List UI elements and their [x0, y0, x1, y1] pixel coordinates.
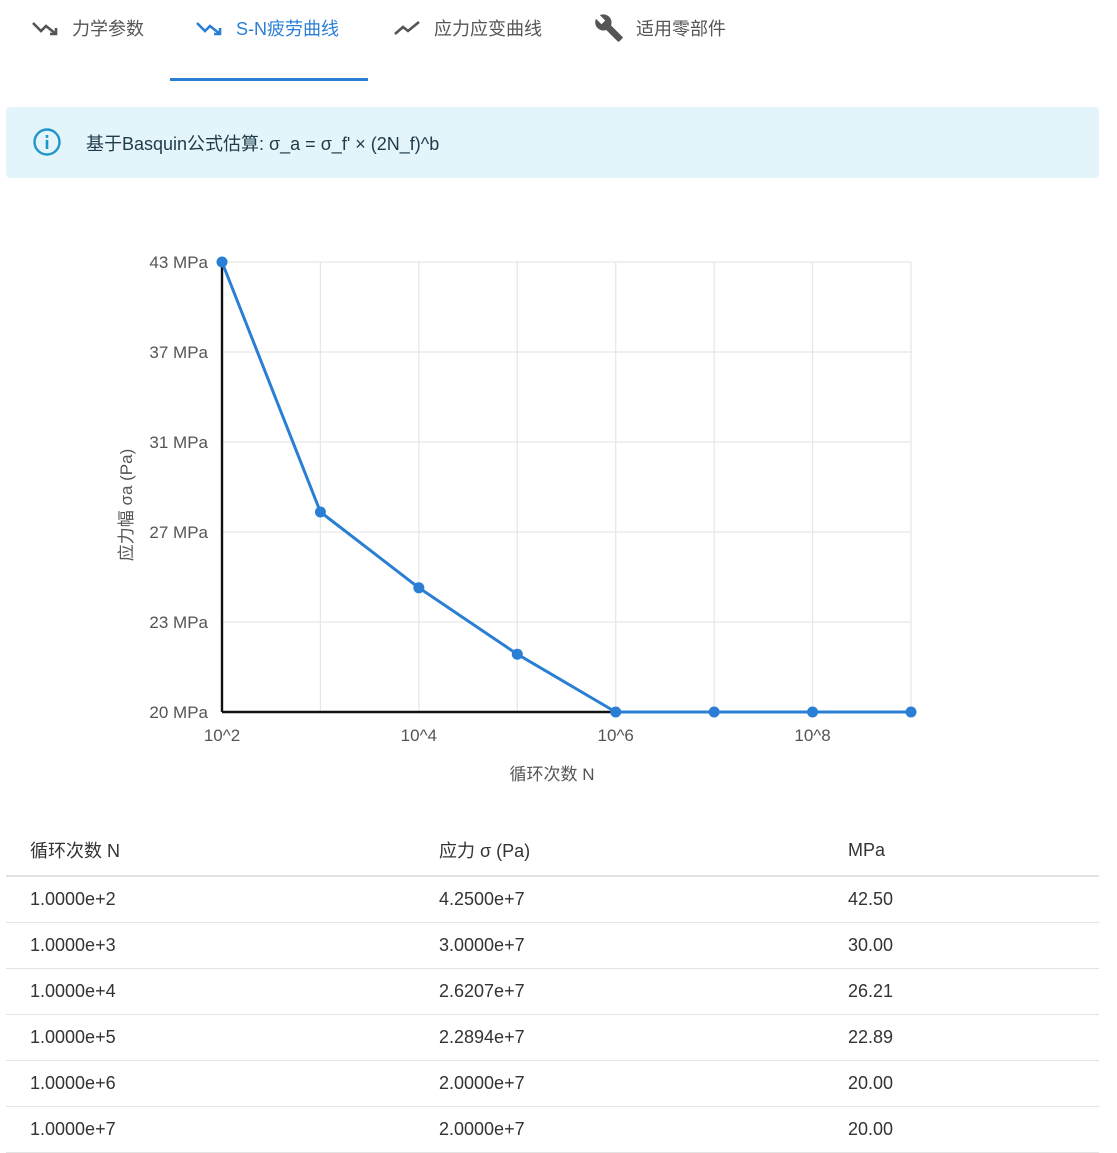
- x-axis-label: 循环次数 N: [510, 765, 595, 784]
- table-row: 1.0000e+5 2.2894e+7 22.89: [6, 1014, 1099, 1061]
- column-header-stress-mpa: MPa: [824, 825, 1099, 877]
- active-tab-indicator: [170, 78, 368, 81]
- data-point: [807, 706, 819, 718]
- cell-stress-pa: 4.2500e+7: [415, 876, 824, 923]
- tab-mechanical-params[interactable]: 力学参数: [30, 0, 144, 56]
- tab-label: 力学参数: [72, 19, 144, 39]
- data-point: [314, 506, 326, 518]
- cell-stress-mpa: 26.21: [824, 968, 1099, 1015]
- cell-cycles: 1.0000e+2: [6, 876, 415, 923]
- column-header-stress-pa: 应力 σ (Pa): [415, 825, 824, 877]
- y-axis-label: 应力幅 σa (Pa): [117, 449, 136, 562]
- tab-applicable-parts[interactable]: 适用零部件: [594, 0, 726, 56]
- cell-stress-mpa: 42.50: [824, 876, 1099, 923]
- y-tick-label: 37 MPa: [149, 343, 208, 362]
- series-line: [220, 261, 911, 714]
- info-icon: [32, 127, 64, 159]
- table-row: 1.0000e+7 2.0000e+7 20.00: [6, 1106, 1099, 1153]
- sn-data-table: 循环次数 N 应力 σ (Pa) MPa 1.0000e+2 4.2500e+7 4…: [6, 825, 1099, 1153]
- cell-cycles: 1.0000e+6: [6, 1060, 415, 1107]
- x-tick-label: 10^4: [401, 726, 437, 745]
- cell-cycles: 1.0000e+4: [6, 968, 415, 1015]
- cell-stress-pa: 2.6207e+7: [415, 968, 824, 1015]
- y-tick-label: 31 MPa: [149, 433, 208, 452]
- y-tick-label: 23 MPa: [149, 613, 208, 632]
- x-tick-labels: 10^2 10^4 10^6 10^8: [204, 726, 831, 745]
- table-row: 1.0000e+4 2.6207e+7 26.21: [6, 968, 1099, 1015]
- wrench-icon: [594, 14, 624, 42]
- cell-stress-mpa: 20.00: [824, 1060, 1099, 1107]
- x-tick-label: 10^2: [204, 726, 240, 745]
- cell-stress-pa: 2.0000e+7: [415, 1106, 824, 1153]
- y-tick-label: 20 MPa: [149, 703, 208, 722]
- y-tick-label: 27 MPa: [149, 523, 208, 542]
- cell-cycles: 1.0000e+7: [6, 1106, 415, 1153]
- cell-stress-mpa: 22.89: [824, 1014, 1099, 1061]
- trending-down-icon: [194, 16, 224, 40]
- info-banner: 基于Basquin公式估算: σ_a = σ_f' × (2N_f)^b: [6, 107, 1099, 178]
- data-point: [708, 706, 720, 718]
- tab-label: S-N疲劳曲线: [236, 19, 339, 39]
- x-tick-label: 10^6: [598, 726, 634, 745]
- data-point: [511, 648, 523, 660]
- table-header-row: 循环次数 N 应力 σ (Pa) MPa: [6, 825, 1099, 877]
- y-tick-label: 43 MPa: [149, 253, 208, 272]
- tab-label: 适用零部件: [636, 19, 726, 39]
- cell-stress-pa: 2.0000e+7: [415, 1060, 824, 1107]
- trending-down-icon: [30, 16, 60, 40]
- sn-curve-chart: 20 MPa 23 MPa 27 MPa 31 MPa 37 MPa 43 MPa 10^…: [117, 253, 917, 784]
- y-tick-labels: 20 MPa 23 MPa 27 MPa 31 MPa 37 MPa 43 MPa: [149, 253, 208, 722]
- data-point: [216, 256, 228, 268]
- data-point: [905, 706, 917, 718]
- trending-up-icon: [392, 16, 422, 40]
- info-text: 基于Basquin公式估算: σ_a = σ_f' × (2N_f)^b: [86, 133, 440, 154]
- table-row: 1.0000e+6 2.0000e+7 20.00: [6, 1060, 1099, 1107]
- series-points: [216, 256, 917, 718]
- tab-stress-strain-curve[interactable]: 应力应变曲线: [392, 0, 542, 56]
- cell-stress-mpa: 30.00: [824, 922, 1099, 969]
- data-point: [610, 706, 622, 718]
- data-point: [413, 582, 425, 594]
- cell-cycles: 1.0000e+5: [6, 1014, 415, 1061]
- table-row: 1.0000e+3 3.0000e+7 30.00: [6, 922, 1099, 969]
- column-header-cycles: 循环次数 N: [6, 825, 415, 877]
- table-row: 1.0000e+2 4.2500e+7 42.50: [6, 876, 1099, 923]
- tab-sn-fatigue-curve[interactable]: S-N疲劳曲线: [194, 0, 339, 56]
- cell-stress-mpa: 20.00: [824, 1106, 1099, 1153]
- x-tick-label: 10^8: [794, 726, 830, 745]
- tab-bar: 力学参数 S-N疲劳曲线 应力应变曲线 适用零部件: [0, 0, 1117, 84]
- tab-label: 应力应变曲线: [434, 19, 542, 39]
- cell-stress-pa: 2.2894e+7: [415, 1014, 824, 1061]
- cell-stress-pa: 3.0000e+7: [415, 922, 824, 969]
- chart-grid: [221, 261, 912, 713]
- chart-axes: [220, 262, 911, 714]
- cell-cycles: 1.0000e+3: [6, 922, 415, 969]
